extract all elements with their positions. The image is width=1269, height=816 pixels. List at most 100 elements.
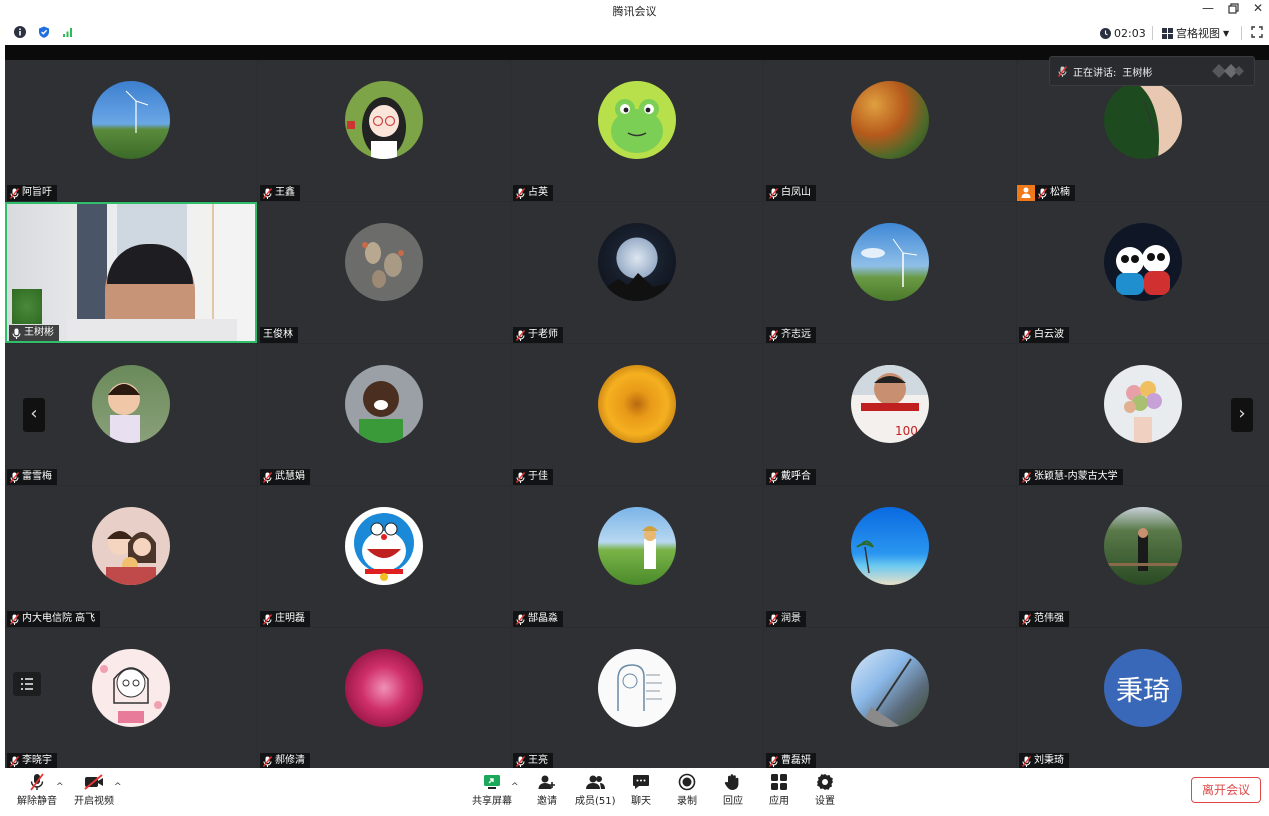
participant-name: 白云波 [1034, 329, 1064, 340]
avatar [345, 365, 423, 443]
divider [1152, 26, 1153, 40]
participant-name: 王俊林 [263, 329, 293, 340]
participant-name: 阿旨吁 [22, 187, 52, 198]
active-speaker-video-tile[interactable]: 王树彬 [5, 202, 257, 343]
info-icon[interactable] [14, 26, 26, 38]
avatar [345, 649, 423, 727]
title-bar: 腾讯会议 — ✕ [0, 0, 1269, 20]
participant-tile[interactable]: 庄明磊 [258, 486, 510, 627]
participant-tile[interactable]: 武慧娟 [258, 344, 510, 485]
mic-muted-icon [1021, 755, 1032, 767]
avatar [1104, 365, 1182, 443]
settings-button[interactable]: 设置 [814, 772, 836, 807]
participant-name: 于老师 [528, 329, 558, 340]
clock-icon [1100, 27, 1111, 39]
name-tag: 于佳 [513, 469, 553, 485]
name-tag: 内大电信院 高飞 [7, 611, 101, 627]
avatar [851, 223, 929, 301]
participant-name: 武慧娟 [275, 471, 305, 482]
start-video-button[interactable]: 开启视频 [74, 772, 114, 807]
mic-muted-icon [9, 471, 20, 483]
minimize-icon[interactable]: — [1196, 0, 1220, 18]
chat-button[interactable]: 聊天 [630, 772, 652, 807]
unmute-label: 解除静音 [17, 796, 57, 807]
participant-tile[interactable]: 占英 [511, 60, 763, 201]
participant-tile[interactable]: 王鑫 [258, 60, 510, 201]
avatar [92, 81, 170, 159]
participant-tile[interactable]: 于老师 [511, 202, 763, 343]
invite-button[interactable]: 邀请 [536, 772, 558, 807]
participant-tile[interactable]: 范伟强 [1017, 486, 1269, 627]
audio-options-chevron-icon[interactable]: ^ [56, 782, 64, 792]
record-button[interactable]: 录制 [676, 772, 698, 807]
name-tag: 庄明磊 [260, 611, 310, 627]
avatar [851, 649, 929, 727]
avatar: 100 [851, 365, 929, 443]
participant-tile[interactable]: 郝修清 [258, 628, 510, 769]
chevron-left-icon: ‹ [30, 403, 38, 424]
reactions-label: 回应 [723, 796, 743, 807]
gear-icon [817, 774, 833, 790]
grid-view-icon [1162, 27, 1173, 39]
next-page-button[interactable]: › [1231, 398, 1253, 432]
apps-label: 应用 [769, 796, 789, 807]
participant-list-toggle[interactable] [13, 672, 41, 696]
participant-tile[interactable]: 白凤山 [764, 60, 1016, 201]
participant-tile[interactable]: 李晓宇 [5, 628, 257, 769]
name-tag: 松楠 [1017, 185, 1075, 201]
participant-tile[interactable]: 郜晶淼 [511, 486, 763, 627]
avatar [598, 507, 676, 585]
participant-tile[interactable]: 曹磊妍 [764, 628, 1016, 769]
svg-text:100: 100 [895, 424, 918, 438]
previous-page-button[interactable]: ‹ [23, 398, 45, 432]
close-icon[interactable]: ✕ [1246, 0, 1269, 18]
meeting-timer: 02:03 [1100, 25, 1146, 41]
participant-name: 白凤山 [781, 187, 811, 198]
video-options-chevron-icon[interactable]: ^ [114, 782, 122, 792]
share-options-chevron-icon[interactable]: ^ [511, 782, 519, 792]
avatar [345, 507, 423, 585]
participant-name: 范伟强 [1034, 613, 1064, 624]
participant-tile[interactable]: 秉琦 刘秉琦 [1017, 628, 1269, 769]
apps-button[interactable]: 应用 [768, 772, 790, 807]
name-tag: 范伟强 [1019, 611, 1069, 627]
members-button[interactable]: 成员(51) [575, 772, 616, 807]
leave-meeting-button[interactable]: 离开会议 [1191, 777, 1261, 803]
view-mode-dropdown[interactable]: 宫格视图 ▼ [1162, 25, 1229, 41]
name-tag: 白凤山 [766, 185, 816, 201]
timer-text: 02:03 [1114, 26, 1146, 40]
participant-tile[interactable]: 王亮 [511, 628, 763, 769]
mic-muted-icon [30, 773, 44, 791]
participant-tile[interactable]: 内大电信院 高飞 [5, 486, 257, 627]
participant-tile[interactable]: 100 戴呼合 [764, 344, 1016, 485]
participant-name: 松楠 [1050, 187, 1070, 198]
fullscreen-icon[interactable] [1251, 26, 1263, 38]
restore-icon[interactable] [1221, 0, 1245, 18]
participant-tile[interactable]: 王俊林 [258, 202, 510, 343]
camera-off-icon [84, 774, 103, 790]
record-label: 录制 [677, 796, 697, 807]
share-screen-button[interactable]: 共享屏幕 [472, 772, 512, 807]
participant-tile[interactable]: 阿旨吁 [5, 60, 257, 201]
name-tag: 占英 [513, 185, 553, 201]
unmute-button[interactable]: 解除静音 [17, 772, 57, 807]
reactions-button[interactable]: 回应 [722, 772, 744, 807]
start-video-label: 开启视频 [74, 796, 114, 807]
participant-tile[interactable]: 于佳 [511, 344, 763, 485]
mic-muted-icon [768, 471, 779, 483]
participant-name: 齐志远 [781, 329, 811, 340]
members-icon [586, 775, 606, 789]
meeting-info-bar: 02:03 宫格视图 ▼ [0, 20, 1269, 45]
signal-strength-icon[interactable] [62, 26, 74, 38]
record-icon [678, 773, 696, 791]
mic-muted-icon [515, 613, 526, 625]
name-tag: 戴呼合 [766, 469, 816, 485]
name-tag: 齐志远 [766, 327, 816, 343]
participant-tile[interactable]: 润景 [764, 486, 1016, 627]
participant-tile[interactable]: 白云波 [1017, 202, 1269, 343]
reaction-hand-icon [724, 774, 739, 790]
security-shield-icon[interactable] [38, 26, 50, 38]
participant-tile[interactable]: 齐志远 [764, 202, 1016, 343]
participant-name: 雷雪梅 [22, 471, 52, 482]
chat-icon [633, 775, 649, 789]
